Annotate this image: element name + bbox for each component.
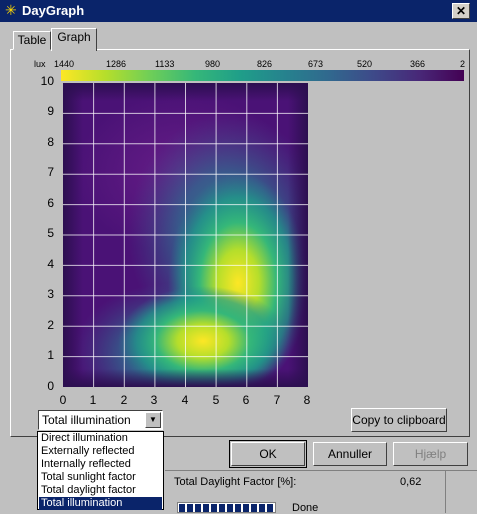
legend-tick: 1440	[54, 59, 75, 69]
window-title: DayGraph	[22, 3, 85, 18]
title-bar[interactable]: ✳ DayGraph ✕	[0, 0, 477, 22]
x-tick: 6	[242, 393, 250, 407]
y-tick: 0	[47, 379, 54, 393]
x-tick: 4	[181, 393, 189, 407]
y-tick: 3	[47, 287, 54, 301]
ok-button[interactable]: OK	[231, 442, 305, 466]
divider	[445, 471, 446, 513]
select-dropdown-list[interactable]: Direct illumination Externally reflected…	[37, 431, 164, 510]
tdf-value: 0,62	[400, 476, 422, 488]
x-tick: 7	[273, 393, 281, 407]
cancel-button[interactable]: Annuller	[313, 442, 387, 466]
legend-tick: 673	[308, 59, 324, 69]
y-tick: 9	[47, 104, 54, 118]
legend-unit: lux	[34, 59, 46, 69]
y-tick: 1	[47, 348, 54, 362]
y-tick: 6	[47, 196, 54, 210]
progress-bar	[177, 502, 276, 513]
x-tick: 5	[212, 393, 220, 407]
legend-tick: 1133	[155, 59, 175, 69]
lux-colorbar	[61, 70, 464, 81]
x-tick: 3	[150, 393, 158, 407]
y-tick: 7	[47, 165, 54, 179]
progress-fill	[179, 504, 274, 512]
help-button[interactable]: Hjælp	[393, 442, 468, 466]
select-value: Total illumination	[42, 413, 131, 427]
y-tick: 10	[40, 74, 54, 88]
tab-table[interactable]: Table	[13, 31, 51, 50]
option-total-illumination[interactable]: Total illumination	[39, 497, 162, 510]
divider	[165, 470, 477, 471]
legend-tick: 520	[357, 59, 373, 69]
x-tick: 0	[59, 393, 67, 407]
x-tick: 2	[120, 393, 128, 407]
option-total-sunlight-factor[interactable]: Total sunlight factor	[39, 471, 162, 484]
status-done: Done	[292, 502, 319, 514]
legend-tick: 980	[205, 59, 221, 69]
quantity-select[interactable]: Total illumination ▼	[38, 410, 163, 430]
y-tick: 2	[47, 318, 54, 332]
option-externally-reflected[interactable]: Externally reflected	[39, 445, 162, 458]
x-tick: 8	[303, 393, 311, 407]
legend-tick: 366	[410, 59, 426, 69]
illumination-heatmap	[63, 83, 308, 387]
y-tick: 5	[47, 226, 54, 240]
close-button[interactable]: ✕	[452, 3, 470, 19]
copy-to-clipboard-button[interactable]: Copy to clipboard	[351, 408, 447, 432]
y-tick: 8	[47, 135, 54, 149]
tdf-label: Total Daylight Factor [%]:	[174, 476, 297, 488]
y-tick: 4	[47, 257, 54, 271]
option-internally-reflected[interactable]: Internally reflected	[39, 458, 162, 471]
option-total-daylight-factor[interactable]: Total daylight factor	[39, 484, 162, 497]
legend-tick: 826	[257, 59, 273, 69]
legend-tick: 1286	[106, 59, 127, 69]
tab-graph[interactable]: Graph	[51, 28, 97, 51]
chevron-down-icon[interactable]: ▼	[145, 412, 161, 428]
sun-icon: ✳	[5, 2, 17, 18]
legend-tick: 2	[460, 59, 466, 69]
x-tick: 1	[89, 393, 97, 407]
option-direct-illumination[interactable]: Direct illumination	[39, 432, 162, 445]
